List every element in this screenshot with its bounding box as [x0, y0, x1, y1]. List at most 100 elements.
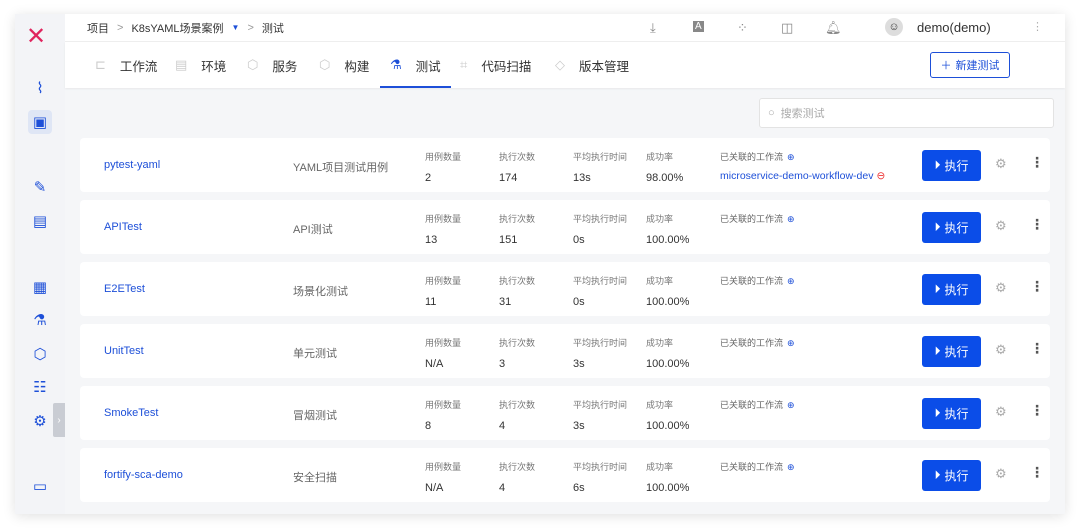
- settings-icon[interactable]: ⚙: [995, 342, 1007, 358]
- success-rate-value: 100.00%: [646, 358, 690, 370]
- avatar[interactable]: ☺: [885, 18, 903, 36]
- add-workflow-icon[interactable]: ⊕: [787, 276, 795, 286]
- user-name[interactable]: demo(demo): [917, 20, 991, 35]
- test-description: YAML项目测试用例: [293, 162, 389, 174]
- runs-label: 执行次数: [499, 214, 536, 224]
- service-icon: ⬡: [247, 57, 259, 72]
- success-rate-label: 成功率: [646, 152, 674, 162]
- test-name[interactable]: SmokeTest: [104, 407, 158, 419]
- test-name[interactable]: pytest-yaml: [104, 159, 160, 171]
- more-vertical-icon[interactable]: ⋮: [1030, 464, 1044, 481]
- plus-icon: ＋: [940, 60, 952, 72]
- language-icon[interactable]: A: [693, 21, 704, 32]
- run-label: 执行: [944, 283, 969, 297]
- more-vertical-icon[interactable]: ⋮: [1030, 340, 1044, 357]
- linked-workflows: 已关联的工作流 ⊕ microservice-demo-workflow-dev ⊖: [720, 150, 885, 182]
- add-workflow-icon[interactable]: ⊕: [787, 214, 795, 224]
- breadcrumb: 项目 > K8sYAML场景案例 ▼ > 测试: [87, 20, 284, 36]
- breadcrumb-separator: >: [117, 21, 124, 34]
- avg-time-value: 0s: [573, 234, 585, 246]
- run-button[interactable]: ⏵ 执行: [922, 460, 981, 491]
- runs-value: 151: [499, 234, 518, 246]
- test-nav-icon[interactable]: ⚗: [28, 308, 52, 332]
- remove-workflow-icon[interactable]: ⊖: [876, 170, 885, 182]
- success-rate-column: 成功率 100.00%: [646, 460, 689, 494]
- project-tabs: ⊏ 工作流 ▤ 环境 ⬡ 服务 ⬡ 构建 ⚗ 测试 ⌗ 代码扫描 ◇ 版本管理 ＋新建测试: [65, 42, 1065, 88]
- logo-icon[interactable]: ✕: [26, 22, 46, 51]
- settings-icon[interactable]: ⚙: [995, 280, 1007, 296]
- tab-code-scan[interactable]: ⌗ 代码扫描: [460, 42, 531, 88]
- add-workflow-icon[interactable]: ⊕: [787, 400, 795, 410]
- runs-label: 执行次数: [499, 400, 536, 410]
- test-name[interactable]: E2ETest: [104, 283, 145, 295]
- run-button[interactable]: ⏵ 执行: [922, 212, 981, 243]
- sidebar: ✕ ⌇ ▣ ✎ ▤ ▦ ⚗ ⬡ ☷ ⚙ ▭ ›: [15, 14, 65, 514]
- caret-down-icon[interactable]: ▼: [232, 23, 240, 32]
- more-vertical-icon[interactable]: ⋮: [1030, 154, 1044, 171]
- test-name[interactable]: APITest: [104, 221, 142, 233]
- pipeline-icon[interactable]: ☷: [28, 375, 52, 399]
- success-rate-value: 100.00%: [646, 420, 690, 432]
- breadcrumb-separator: >: [247, 21, 254, 34]
- dashboard-icon[interactable]: ⌇: [28, 76, 52, 100]
- runs-label: 执行次数: [499, 462, 536, 472]
- linked-workflows-label: 已关联的工作流: [720, 276, 784, 286]
- tab-test[interactable]: ⚗ 测试: [380, 42, 451, 88]
- edit-icon[interactable]: ✎: [28, 175, 52, 199]
- runs-value: 4: [499, 420, 506, 432]
- run-button[interactable]: ⏵ 执行: [922, 336, 981, 367]
- avg-time-value: 0s: [573, 296, 585, 308]
- package-icon[interactable]: ⬡: [28, 342, 52, 366]
- test-name[interactable]: UnitTest: [104, 345, 144, 357]
- workflow-name[interactable]: microservice-demo-workflow-dev: [720, 170, 873, 182]
- test-description: 场景化测试: [293, 286, 348, 298]
- more-vertical-icon[interactable]: ⋮: [1030, 402, 1044, 419]
- build-nav-icon[interactable]: ▦: [28, 275, 52, 299]
- add-workflow-icon[interactable]: ⊕: [787, 462, 795, 472]
- tab-build[interactable]: ⬡ 构建: [319, 42, 369, 88]
- docs-icon[interactable]: ◫: [781, 20, 793, 36]
- runs-label: 执行次数: [499, 152, 536, 162]
- settings-nav-icon[interactable]: ⚙: [28, 409, 52, 433]
- more-vertical-icon[interactable]: ⋮: [1030, 278, 1044, 295]
- workflow-link[interactable]: microservice-demo-workflow-dev ⊖: [720, 170, 885, 182]
- run-button[interactable]: ⏵ 执行: [922, 150, 981, 181]
- monitor-icon[interactable]: ▭: [28, 474, 52, 498]
- avg-time-column: 平均执行时间 0s: [573, 212, 627, 246]
- bell-icon[interactable]: 🔔︎: [825, 20, 842, 36]
- tab-label: 代码扫描: [481, 59, 532, 74]
- settings-icon[interactable]: ⚙: [995, 404, 1007, 420]
- network-icon[interactable]: ⁘: [737, 20, 748, 36]
- settings-icon[interactable]: ⚙: [995, 218, 1007, 234]
- success-rate-column: 成功率 100.00%: [646, 212, 689, 246]
- tab-environment[interactable]: ▤ 环境: [175, 42, 226, 88]
- run-label: 执行: [944, 469, 969, 483]
- avg-time-column: 平均执行时间 13s: [573, 150, 627, 184]
- add-workflow-icon[interactable]: ⊕: [787, 338, 795, 348]
- download-icon[interactable]: ⤓: [650, 20, 656, 36]
- tab-label: 工作流: [119, 59, 158, 74]
- settings-icon[interactable]: ⚙: [995, 156, 1007, 172]
- release-icon[interactable]: ▤: [28, 209, 52, 233]
- search-input[interactable]: ○ 搜索测试: [759, 98, 1054, 128]
- breadcrumb-project[interactable]: K8sYAML场景案例: [131, 20, 223, 36]
- run-button[interactable]: ⏵ 执行: [922, 274, 981, 305]
- new-test-button[interactable]: ＋新建测试: [930, 52, 1010, 78]
- tab-version[interactable]: ◇ 版本管理: [555, 42, 629, 88]
- run-button[interactable]: ⏵ 执行: [922, 398, 981, 429]
- tab-workflow[interactable]: ⊏ 工作流: [95, 42, 157, 88]
- breadcrumb-root[interactable]: 项目: [87, 20, 109, 36]
- linked-workflows-label: 已关联的工作流: [720, 152, 784, 162]
- more-vertical-icon[interactable]: ⋮: [1032, 20, 1043, 33]
- add-workflow-icon[interactable]: ⊕: [787, 152, 795, 162]
- test-row: E2ETest 场景化测试 用例数量 11 执行次数 31 平均执行时间 0s 成功率…: [80, 262, 1050, 316]
- tab-label: 版本管理: [579, 59, 630, 74]
- cases-value: 8: [425, 420, 432, 432]
- test-name[interactable]: fortify-sca-demo: [104, 469, 183, 481]
- more-vertical-icon[interactable]: ⋮: [1030, 216, 1044, 233]
- settings-icon[interactable]: ⚙: [995, 466, 1007, 482]
- tab-service[interactable]: ⬡ 服务: [247, 42, 297, 88]
- project-icon[interactable]: ▣: [28, 110, 52, 134]
- linked-workflows: 已关联的工作流 ⊕: [720, 398, 795, 411]
- sidebar-collapse-handle[interactable]: ›: [53, 403, 65, 437]
